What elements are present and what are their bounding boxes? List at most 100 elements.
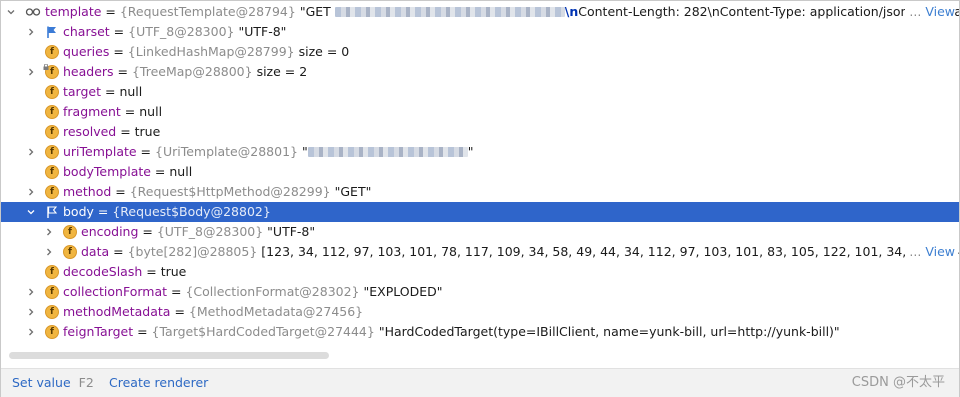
tree-row-fragment[interactable]: f fragment = null [1,102,959,122]
field-value: true [160,264,187,279]
chevron-right-icon[interactable] [45,248,53,256]
field-value: "UTF-8" [238,24,287,39]
field-f-icon: f [45,105,59,119]
field-name: charset [63,24,110,39]
scrollbar-thumb[interactable] [9,352,329,359]
field-type: {CollectionFormat@28302} [185,284,360,299]
field-value: size = 0 [298,44,350,59]
infinity-glasses-icon [25,5,41,19]
field-type: {UTF_8@28300} [156,224,264,239]
field-type: {TreeMap@28800} [131,64,253,79]
chevron-right-icon[interactable] [27,328,35,336]
field-value-tail: Content-Length: 282\nContent-Type: appli… [578,4,959,19]
field-value: "GET [299,4,335,19]
field-name: queries [63,44,110,59]
field-f-icon: f [45,45,59,59]
tree-row-resolved[interactable]: f resolved = true [1,122,959,142]
variables-tree: template = {RequestTemplate@28794} "GET … [1,2,959,346]
field-f-icon: f [63,245,77,259]
escape-sequence: \n [564,4,579,19]
debugger-variables-panel: template = {RequestTemplate@28794} "GET … [0,0,960,397]
field-name: collectionFormat [63,284,168,299]
context-footer: Set value F2 Create renderer CSDN @不太平 [1,368,959,397]
field-f-icon: f [45,265,59,279]
redacted-text [307,147,468,157]
watermark: CSDN @不太平 [851,375,945,390]
field-value: null [119,84,143,99]
chevron-right-icon[interactable] [27,288,35,296]
field-name: body [63,204,94,219]
field-value: " [301,144,308,159]
field-name: template [45,4,102,19]
chevron-down-icon[interactable] [7,8,15,16]
field-value: [123, 34, 112, 97, 103, 101, 78, 117, 10… [261,244,959,259]
tree-row-feigntarget[interactable]: f feignTarget = {Target$HardCodedTarget@… [1,322,959,342]
view-link[interactable]: ... View [905,2,955,22]
field-name: fragment [63,104,121,119]
field-f-icon: f [45,305,59,319]
set-value-action[interactable]: Set value F2 [12,369,94,397]
field-name: resolved [63,124,117,139]
field-name: target [63,84,102,99]
field-name: bodyTemplate [63,164,151,179]
field-value: "EXPLODED" [363,284,443,299]
field-value: true [134,124,161,139]
flag-icon [45,205,59,219]
field-value: "HardCodedTarget(type=IBillClient, name=… [378,324,840,339]
field-type: {byte[282]@28805} [127,244,258,259]
field-name: feignTarget [63,324,134,339]
chevron-right-icon[interactable] [27,28,35,36]
field-name: method [63,184,112,199]
field-f-icon: f [45,85,59,99]
flag-icon [45,25,59,39]
set-value-shortcut: F2 [78,375,94,390]
field-f-lock-icon: f [43,64,59,79]
chevron-right-icon[interactable] [27,188,35,196]
field-value: "UTF-8" [267,224,316,239]
chevron-right-icon[interactable] [27,68,35,76]
tree-row-bodytemplate[interactable]: f bodyTemplate = null [1,162,959,182]
field-value: "GET" [334,184,372,199]
tree-row-target[interactable]: f target = null [1,82,959,102]
set-value-link[interactable]: Set value [12,375,71,390]
field-name: uriTemplate [63,144,137,159]
field-value: null [169,164,193,179]
field-name: decodeSlash [63,264,143,279]
field-name: methodMetadata [63,304,171,319]
tree-row-uritemplate[interactable]: f uriTemplate = {UriTemplate@28801} " " [1,142,959,162]
tree-row-body[interactable]: body = {Request$Body@28802} [1,202,959,222]
tree-row-queries[interactable]: f queries = {LinkedHashMap@28799} size =… [1,42,959,62]
chevron-down-icon[interactable] [27,208,35,216]
tree-row-template[interactable]: template = {RequestTemplate@28794} "GET … [1,2,959,22]
field-type: {UriTemplate@28801} [155,144,298,159]
chevron-right-icon[interactable] [27,148,35,156]
tree-row-decodeslash[interactable]: f decodeSlash = true [1,262,959,282]
field-f-icon: f [45,185,59,199]
field-type: {RequestTemplate@28794} [119,4,296,19]
view-link[interactable]: ... View [905,242,955,262]
field-f-icon: f [45,285,59,299]
field-f-icon: f [63,225,77,239]
chevron-right-icon[interactable] [45,228,53,236]
tree-row-headers[interactable]: f headers = {TreeMap@28800} size = 2 [1,62,959,82]
tree-row-method[interactable]: f method = {Request$HttpMethod@28299} "G… [1,182,959,202]
field-name: encoding [81,224,139,239]
field-type: {MethodMetadata@27456} [188,304,364,319]
tree-row-encoding[interactable]: f encoding = {UTF_8@28300} "UTF-8" [1,222,959,242]
chevron-right-icon[interactable] [27,308,35,316]
field-f-icon: f [45,125,59,139]
create-renderer-link[interactable]: Create renderer [109,369,208,397]
field-f-icon: f [45,145,59,159]
tree-row-methodmetadata[interactable]: f methodMetadata = {MethodMetadata@27456… [1,302,959,322]
tree-row-data[interactable]: f data = {byte[282]@28805} [123, 34, 112… [1,242,959,262]
horizontal-scrollbar[interactable] [1,346,959,368]
redacted-text [334,7,565,17]
tree-row-collectionformat[interactable]: f collectionFormat = {CollectionFormat@2… [1,282,959,302]
field-f-icon: f [45,165,59,179]
field-name: headers [63,64,114,79]
field-type: {Request$Body@28802} [112,204,271,219]
tree-row-charset[interactable]: charset = {UTF_8@28300} "UTF-8" [1,22,959,42]
field-name: data [81,244,110,259]
field-type: {Target$HardCodedTarget@27444} [151,324,375,339]
field-type: {UTF_8@28300} [128,24,235,39]
